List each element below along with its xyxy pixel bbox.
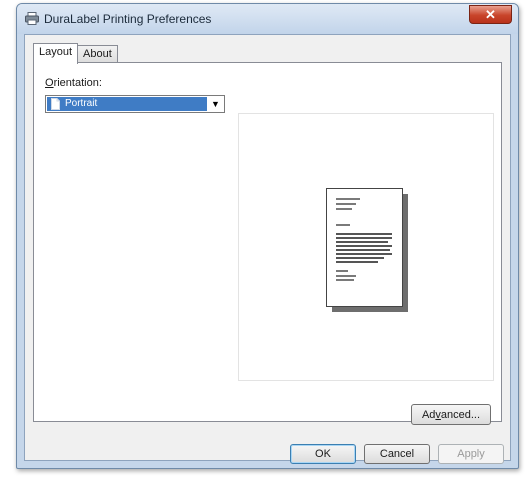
orientation-dropdown[interactable]: Portrait ▼ — [45, 95, 225, 113]
cancel-button[interactable]: Cancel — [364, 444, 430, 464]
layout-tab-panel: Orientation: Portrait ▼ Advanced... — [33, 62, 502, 425]
orientation-label-accelerator: O — [45, 77, 54, 89]
tab-strip: Layout About — [33, 43, 118, 64]
dialog-client-area: Layout About Orientation: Portrait ▼ Adv… — [24, 34, 511, 464]
ok-button[interactable]: OK — [290, 444, 356, 464]
tab-about[interactable]: About — [77, 45, 118, 63]
printer-icon — [25, 12, 39, 25]
close-button[interactable]: ✕ — [469, 5, 512, 24]
orientation-value: Portrait — [65, 98, 98, 109]
advanced-button[interactable]: Advanced... — [411, 404, 491, 425]
printing-preferences-window: DuraLabel Printing Preferences ✕ Layout … — [16, 3, 519, 469]
page-icon — [51, 98, 60, 110]
window-title: DuraLabel Printing Preferences — [44, 12, 212, 26]
orientation-label: Orientation: — [45, 77, 102, 89]
advanced-label-pre: Ad — [421, 408, 436, 421]
layout-preview-pane — [238, 113, 494, 381]
close-icon: ✕ — [485, 6, 496, 22]
orientation-label-text: rientation: — [53, 77, 102, 89]
portrait-page-preview — [326, 188, 408, 312]
tab-layout[interactable]: Layout — [33, 43, 79, 64]
chevron-down-icon[interactable]: ▼ — [207, 96, 224, 112]
advanced-label-post: anced... — [440, 408, 481, 421]
orientation-selected-item: Portrait — [47, 97, 207, 111]
title-bar[interactable]: DuraLabel Printing Preferences ✕ — [17, 4, 518, 34]
apply-button[interactable]: Apply — [438, 444, 504, 464]
